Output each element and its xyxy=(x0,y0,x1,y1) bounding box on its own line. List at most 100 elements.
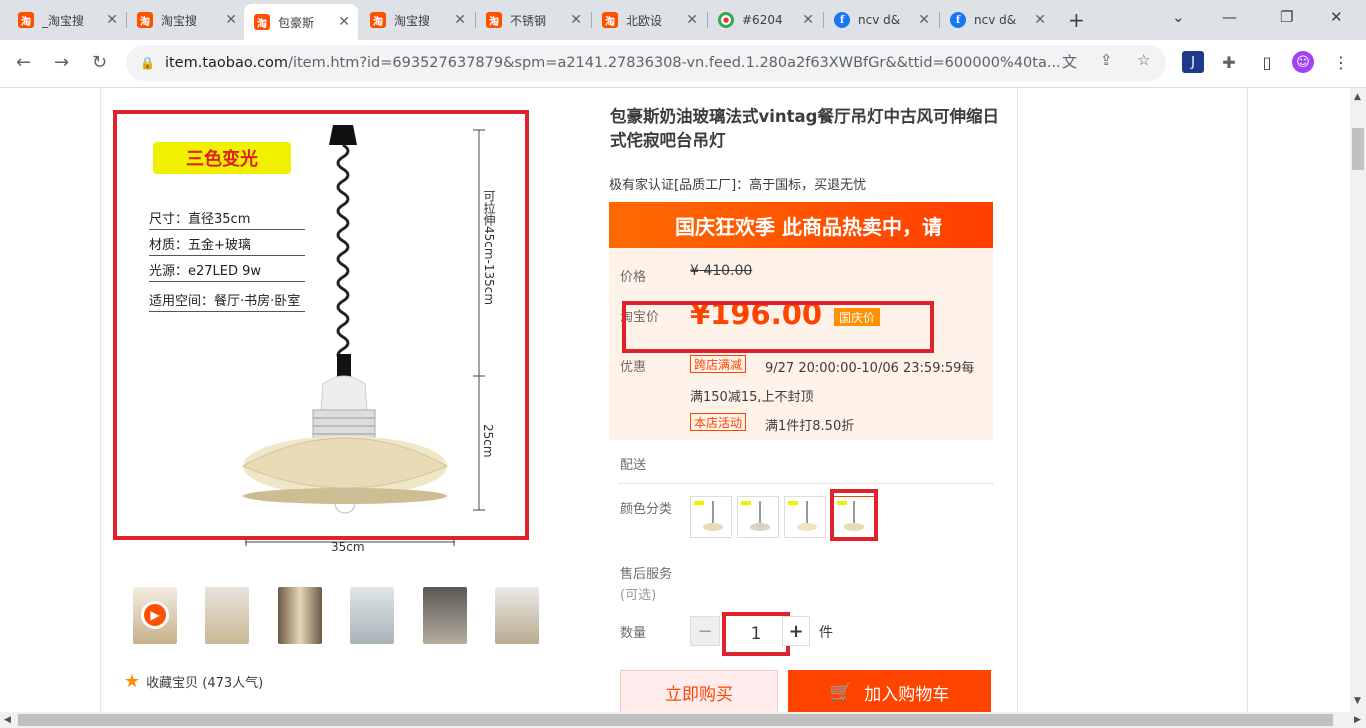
aftersale-label: 售后服务 xyxy=(620,567,673,582)
browser-tab-9[interactable]: f ncv d& ✕ xyxy=(940,6,1054,34)
translate-icon[interactable]: 文 xyxy=(1062,51,1077,72)
thumbnail-2[interactable] xyxy=(205,587,249,644)
browser-tab-5[interactable]: 淘不锈钢 ✕ xyxy=(476,6,590,34)
quantity-label: 数量 xyxy=(620,626,647,641)
thumbnail-video[interactable]: ▶ xyxy=(133,587,177,644)
store-activity-tag[interactable]: 本店活动 xyxy=(690,413,747,431)
close-icon[interactable]: ✕ xyxy=(225,12,237,28)
side-panel-icon[interactable]: ▯ xyxy=(1256,51,1278,73)
taobao-icon: 淘 xyxy=(370,12,386,28)
color-label: 颜色分类 xyxy=(620,502,673,517)
forward-icon[interactable]: → xyxy=(54,52,69,73)
extensions-puzzle-icon[interactable]: ✚ xyxy=(1218,51,1240,73)
lamp-thumb-icon xyxy=(788,501,817,531)
tab-title: ncv d& xyxy=(858,13,901,27)
browser-tab-6[interactable]: 淘北欧设 ✕ xyxy=(592,6,706,34)
scroll-right-icon[interactable]: ▶ xyxy=(1354,715,1361,725)
close-icon[interactable]: ✕ xyxy=(918,12,930,28)
quantity-decrease-button[interactable]: − xyxy=(690,616,720,646)
share-icon[interactable]: ⇪ xyxy=(1100,51,1113,69)
scroll-left-icon[interactable]: ◀ xyxy=(4,715,11,725)
dim-height: 25cm xyxy=(481,424,495,458)
facebook-icon: f xyxy=(950,12,966,28)
profile-avatar-icon[interactable]: ☺ xyxy=(1292,51,1314,73)
promo1-time: 9/27 20:00:00-10/06 23:59:59每 xyxy=(765,361,975,376)
color-selection-highlight xyxy=(830,489,878,541)
restore-icon[interactable]: ❐ xyxy=(1280,8,1293,26)
horizontal-scrollbar[interactable]: ◀ ▶ xyxy=(0,712,1366,728)
tab-title: 淘宝搜 xyxy=(394,13,431,28)
browser-toolbar: ← → ↻ 🔒 item.taobao.com/item.htm?id=6935… xyxy=(0,40,1366,88)
aftersale-note: (可选) xyxy=(620,588,657,603)
quantity-unit: 件 xyxy=(819,625,833,641)
extension-j-icon[interactable]: J xyxy=(1182,51,1204,73)
promo-banner[interactable]: 国庆狂欢季 此商品热卖中，请 xyxy=(609,202,993,248)
tab-title: 淘宝搜 xyxy=(161,13,198,28)
scroll-up-icon[interactable]: ▲ xyxy=(1354,92,1361,102)
close-icon[interactable]: ✕ xyxy=(802,12,814,28)
add-to-cart-button[interactable]: 🛒 加入购物车 xyxy=(788,670,991,712)
play-icon: ▶ xyxy=(141,601,169,629)
quantity-input[interactable]: 1 xyxy=(722,612,790,656)
vertical-scroll-thumb[interactable] xyxy=(1352,128,1364,170)
browser-tab-2[interactable]: 淘淘宝搜 ✕ xyxy=(127,6,245,34)
taobao-icon: 淘 xyxy=(137,12,153,28)
buy-now-button[interactable]: 立即购买 xyxy=(620,670,778,712)
address-bar[interactable]: 🔒 item.taobao.com/item.htm?id=6935276378… xyxy=(126,45,1166,81)
vertical-scrollbar[interactable]: ▲ ▼ xyxy=(1350,88,1366,712)
close-icon[interactable]: ✕ xyxy=(1034,12,1046,28)
tab-search-icon[interactable]: ⌄ xyxy=(1172,8,1185,26)
add-cart-label: 加入购物车 xyxy=(864,684,950,705)
chatgpt-icon: ● xyxy=(718,12,734,28)
back-icon[interactable]: ← xyxy=(16,52,31,73)
tab-title: 包豪斯 xyxy=(278,15,315,30)
close-icon[interactable]: ✕ xyxy=(686,12,698,28)
close-icon[interactable]: ✕ xyxy=(106,12,118,28)
browser-tab-8[interactable]: f ncv d& ✕ xyxy=(824,6,938,34)
promo1-desc: 满150减15,上不封顶 xyxy=(690,390,814,405)
thumbnail-5[interactable] xyxy=(423,587,467,644)
thumbnail-4[interactable] xyxy=(350,587,394,644)
tab-title: 不锈钢 xyxy=(510,13,547,28)
main-product-image[interactable]: 三色变光 尺寸：直径35cm 材质：五金+玻璃 光源：e27LED 9w 适用空… xyxy=(113,110,529,540)
promo-label: 优惠 xyxy=(620,360,647,375)
minimize-icon[interactable]: — xyxy=(1222,8,1237,26)
product-title: 包豪斯奶油玻璃法式vintag餐厅吊灯中古风可伸缩日式侘寂吧台吊灯 xyxy=(610,107,999,150)
browser-tab-3-active[interactable]: 淘包豪斯 ✕ xyxy=(244,4,358,40)
price-highlight-box xyxy=(622,301,934,353)
cross-store-tag[interactable]: 跨店满减 xyxy=(690,355,747,373)
close-icon[interactable]: ✕ xyxy=(570,12,582,28)
lock-icon[interactable]: 🔒 xyxy=(140,56,155,70)
lamp-thumb-icon xyxy=(741,501,770,531)
bookmark-star-icon[interactable]: ☆ xyxy=(1137,51,1150,69)
thumbnail-6[interactable] xyxy=(495,587,539,644)
thumbnail-3[interactable] xyxy=(278,587,322,644)
taobao-icon: 淘 xyxy=(18,12,34,28)
color-option-2[interactable] xyxy=(737,496,779,538)
lamp-thumb-icon xyxy=(694,501,723,531)
dim-stretch: 可拉伸45cm-135cm xyxy=(482,190,496,306)
color-option-1[interactable] xyxy=(690,496,732,538)
original-price: ¥ 410.00 xyxy=(690,263,753,279)
product-subtitle: 极有家认证[品质工厂]：高于国标，买退无忧 xyxy=(609,178,867,193)
scroll-down-icon[interactable]: ▼ xyxy=(1354,696,1361,706)
new-tab-icon[interactable]: + xyxy=(1068,8,1085,32)
close-icon[interactable]: ✕ xyxy=(454,12,466,28)
product-page: 三色变光 尺寸：直径35cm 材质：五金+玻璃 光源：e27LED 9w 适用空… xyxy=(0,88,1350,712)
color-option-3[interactable] xyxy=(784,496,826,538)
quantity-increase-button[interactable]: + xyxy=(782,616,810,646)
browser-tab-7[interactable]: ● #6204 ✕ xyxy=(708,6,822,34)
taobao-icon: 淘 xyxy=(486,12,502,28)
close-window-icon[interactable]: ✕ xyxy=(1330,8,1343,26)
taobao-icon: 淘 xyxy=(254,14,270,30)
menu-kebab-icon[interactable]: ⋮ xyxy=(1330,51,1352,73)
reload-icon[interactable]: ↻ xyxy=(92,52,107,73)
facebook-icon: f xyxy=(834,12,850,28)
url-path: /item.htm?id=693527637879&spm=a2141.2783… xyxy=(288,55,1061,71)
browser-tab-4[interactable]: 淘淘宝搜 ✕ xyxy=(360,6,474,34)
horizontal-scroll-thumb[interactable] xyxy=(18,714,1333,726)
favorite-item[interactable]: ★ 收藏宝贝 (473人气) xyxy=(124,671,263,692)
browser-tab-1[interactable]: 淘 _淘宝搜 ✕ xyxy=(8,6,126,34)
tab-title: #6204 xyxy=(742,13,783,27)
close-icon[interactable]: ✕ xyxy=(338,14,350,30)
